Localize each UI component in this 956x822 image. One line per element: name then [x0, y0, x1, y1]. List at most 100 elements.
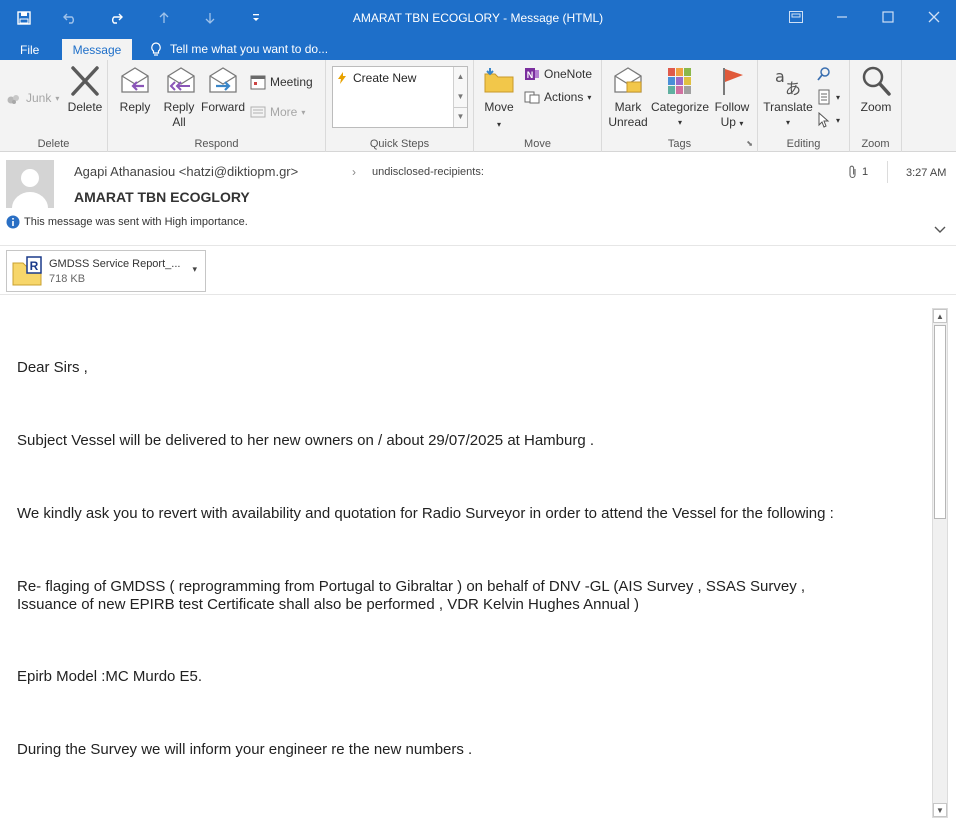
message-body: Dear Sirs , Subject Vessel will be deliv… — [0, 296, 956, 822]
zoom-button[interactable]: Zoom — [856, 64, 896, 115]
meeting-button[interactable]: Meeting — [250, 72, 313, 92]
zoom-group: Zoom Zoom — [850, 60, 902, 152]
mark-unread-button[interactable]: Mark Unread — [606, 64, 650, 130]
reply-all-icon — [167, 67, 195, 93]
create-new-quick-step[interactable]: Create New — [337, 71, 416, 85]
message-subject: AMARAT TBN ECOGLORY — [74, 189, 250, 205]
file-attachment-icon: R — [12, 256, 42, 286]
lightning-icon — [338, 72, 346, 84]
expand-header-icon[interactable] — [934, 223, 946, 237]
recipients[interactable]: undisclosed-recipients: — [372, 166, 484, 178]
tab-message[interactable]: Message — [62, 39, 132, 60]
quick-steps-group: Create New ▲ ▼ ▼ Quick Steps — [326, 60, 474, 152]
ribbon-display-options-icon[interactable] — [782, 6, 810, 28]
translate-button[interactable]: aあ Translate ▾ — [762, 64, 814, 130]
body-paragraph: Re- flaging of GMDSS ( reprogramming fro… — [17, 578, 806, 595]
body-paragraph: Epirb Model :MC Murdo E5. — [17, 668, 203, 685]
forward-button[interactable]: Forward — [200, 64, 246, 115]
cursor-icon — [818, 112, 830, 128]
scroll-up-icon[interactable]: ▲ — [454, 67, 467, 87]
chevron-down-icon: ▾ — [836, 115, 841, 125]
delete-group: Junk ▾ Delete Delete — [0, 60, 108, 152]
more-icon — [250, 106, 266, 118]
find-button[interactable] — [816, 64, 832, 84]
more-respond-button[interactable]: More ▾ — [250, 102, 305, 122]
flag-icon — [723, 68, 743, 95]
onenote-button[interactable]: N OneNote — [524, 64, 592, 84]
body-paragraph: We kindly ask you to revert with availab… — [17, 505, 834, 522]
quick-steps-gallery: Create New ▲ ▼ ▼ — [332, 66, 468, 128]
categorize-icon — [668, 68, 691, 94]
scroll-down-icon[interactable]: ▼ — [454, 87, 467, 107]
tags-group: Mark Unread Categorize ▾ Follow Up ▾ Tag… — [602, 60, 758, 152]
scroll-down-icon[interactable]: ▼ — [933, 803, 947, 817]
importance-notice: This message was sent with High importan… — [6, 215, 248, 229]
body-paragraph: Issuance of new EPIRB test Certificate s… — [17, 596, 639, 613]
editing-group: aあ Translate ▾ ▾ ▾ Editing — [758, 60, 850, 152]
folder-move-icon — [484, 68, 514, 93]
svg-text:あ: あ — [785, 79, 801, 98]
respond-group-label: Respond — [194, 138, 239, 150]
categorize-button[interactable]: Categorize ▾ — [650, 64, 710, 130]
body-scrollbar[interactable]: ▲ ▼ — [932, 308, 948, 818]
tags-group-label: Tags — [667, 138, 692, 150]
message-header: Agapi Athanasiou <hatzi@diktiopm.gr> › u… — [0, 153, 956, 245]
reply-button[interactable]: Reply — [116, 64, 154, 115]
minimize-icon[interactable] — [828, 6, 856, 28]
respond-group: Reply Reply All Forward Meeting More ▾ R… — [108, 60, 326, 152]
maximize-icon[interactable] — [874, 6, 902, 28]
chevron-down-icon: ▾ — [496, 120, 501, 129]
follow-up-button[interactable]: Follow Up ▾ — [710, 64, 754, 131]
body-paragraph: Dear Sirs , — [17, 359, 88, 376]
attachment-item[interactable]: R GMDSS Service Report_... 718 KB ▾ — [6, 250, 206, 292]
junk-icon — [7, 95, 19, 104]
quick-steps-group-label: Quick Steps — [369, 138, 430, 150]
translate-icon: aあ — [775, 67, 801, 98]
attachment-size: 718 KB — [49, 273, 86, 285]
svg-text:R: R — [30, 259, 39, 273]
tell-me-box[interactable]: Tell me what you want to do... — [148, 40, 328, 58]
delete-button[interactable]: Delete — [66, 64, 104, 115]
actions-icon — [524, 91, 540, 104]
title-bar: AMARAT TBN ECOGLORY - Message (HTML) — [0, 0, 956, 36]
move-button[interactable]: Move ▾ — [480, 64, 518, 132]
junk-button[interactable]: Junk ▾ — [6, 88, 59, 108]
scrollbar-thumb[interactable] — [934, 325, 946, 519]
expand-gallery-icon[interactable]: ▼ — [454, 107, 467, 125]
header-divider — [887, 161, 888, 183]
delete-x-icon — [71, 66, 99, 96]
svg-text:a: a — [775, 67, 785, 86]
chevron-down-icon: ▾ — [301, 107, 306, 117]
mark-unread-icon — [614, 67, 642, 93]
body-paragraph: During the Survey we will inform your en… — [17, 741, 473, 758]
tab-file[interactable]: File — [10, 39, 49, 60]
attachment-dropdown-icon[interactable]: ▾ — [192, 264, 197, 275]
onenote-icon: N — [525, 68, 539, 80]
ribbon: Junk ▾ Delete Delete Reply Reply All For… — [0, 60, 956, 152]
body-paragraph: Subject Vessel will be delivered to her … — [17, 432, 595, 449]
select-button[interactable]: ▾ — [816, 110, 840, 130]
magnifier-icon — [862, 66, 891, 96]
chevron-down-icon: ▾ — [785, 118, 790, 127]
chevron-down-icon: ▾ — [587, 92, 592, 102]
window-title: AMARAT TBN ECOGLORY - Message (HTML) — [352, 11, 604, 25]
tell-me-text: Tell me what you want to do... — [170, 42, 329, 56]
attachment-name: GMDSS Service Report_... — [49, 258, 181, 270]
chevron-down-icon: ▾ — [836, 92, 841, 102]
tags-dialog-launcher-icon[interactable]: ⬊ — [746, 139, 753, 148]
chevron-down-icon: ▾ — [677, 118, 682, 127]
reply-icon — [121, 67, 149, 93]
zoom-group-label: Zoom — [861, 138, 890, 150]
person-icon — [6, 160, 54, 208]
svg-text:N: N — [527, 70, 534, 80]
scroll-up-icon[interactable]: ▲ — [933, 309, 947, 323]
forward-icon — [209, 67, 237, 93]
reply-all-button[interactable]: Reply All — [160, 64, 198, 130]
chevron-down-icon: ▾ — [739, 119, 744, 128]
actions-button[interactable]: Actions ▾ — [524, 87, 591, 107]
move-group: Move ▾ N OneNote Actions ▾ Move — [474, 60, 602, 152]
related-button[interactable]: ▾ — [816, 87, 840, 107]
sender-name[interactable]: Agapi Athanasiou <hatzi@diktiopm.gr> — [74, 164, 298, 179]
quick-steps-scrollbar[interactable]: ▲ ▼ ▼ — [453, 67, 467, 127]
close-icon[interactable] — [920, 6, 948, 28]
